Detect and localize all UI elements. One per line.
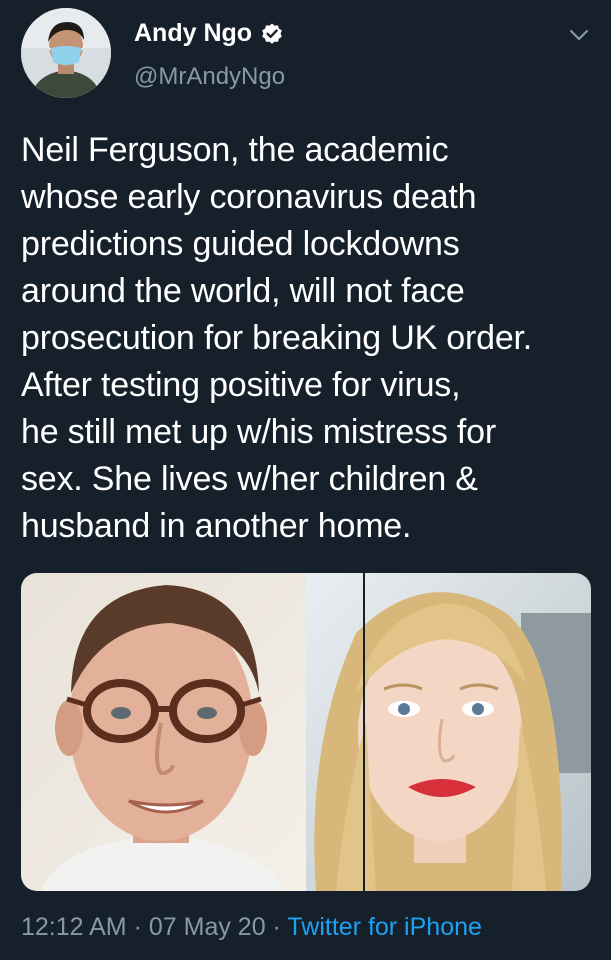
tweet-text-line: husband in another home. (21, 507, 412, 545)
tweet: Andy Ngo @MrAndyNgo Neil Ferguson, the a… (0, 0, 611, 960)
tweet-text-line: whose early coronavirus death (21, 178, 477, 216)
meta-separator: · (126, 913, 149, 941)
tweet-text-line: sex. She lives w/her children & (21, 460, 478, 498)
tweet-text-line: prosecution for breaking UK order. (21, 319, 533, 357)
tweet-media[interactable] (21, 573, 591, 891)
tweet-time[interactable]: 12:12 AM (21, 913, 127, 941)
avatar-image (21, 8, 111, 98)
avatar[interactable] (21, 8, 111, 98)
user-handle[interactable]: @MrAndyNgo (134, 63, 285, 91)
display-name[interactable]: Andy Ngo (134, 19, 284, 48)
chevron-down-icon[interactable] (566, 24, 592, 46)
display-name-text: Andy Ngo (134, 19, 253, 47)
tweet-text-line: around the world, will not face (21, 272, 465, 310)
tweet-date[interactable]: 07 May 20 (149, 913, 266, 941)
tweet-text-line: After testing positive for virus, (21, 366, 461, 404)
verified-badge-icon (260, 22, 284, 46)
tweet-text: Neil Ferguson, the academic whose early … (21, 127, 596, 550)
media-photo-left[interactable] (21, 573, 306, 891)
meta-separator: · (265, 913, 288, 941)
tweet-text-line: he still met up w/his mistress for (21, 413, 496, 451)
tweet-text-line: Neil Ferguson, the academic (21, 131, 449, 169)
tweet-meta: 12:12 AM · 07 May 20 · Twitter for iPhon… (21, 913, 482, 942)
tweet-source-link[interactable]: Twitter for iPhone (287, 913, 482, 941)
media-photo-right[interactable] (306, 573, 591, 891)
tweet-text-line: predictions guided lockdowns (21, 225, 460, 263)
media-divider (363, 573, 365, 891)
